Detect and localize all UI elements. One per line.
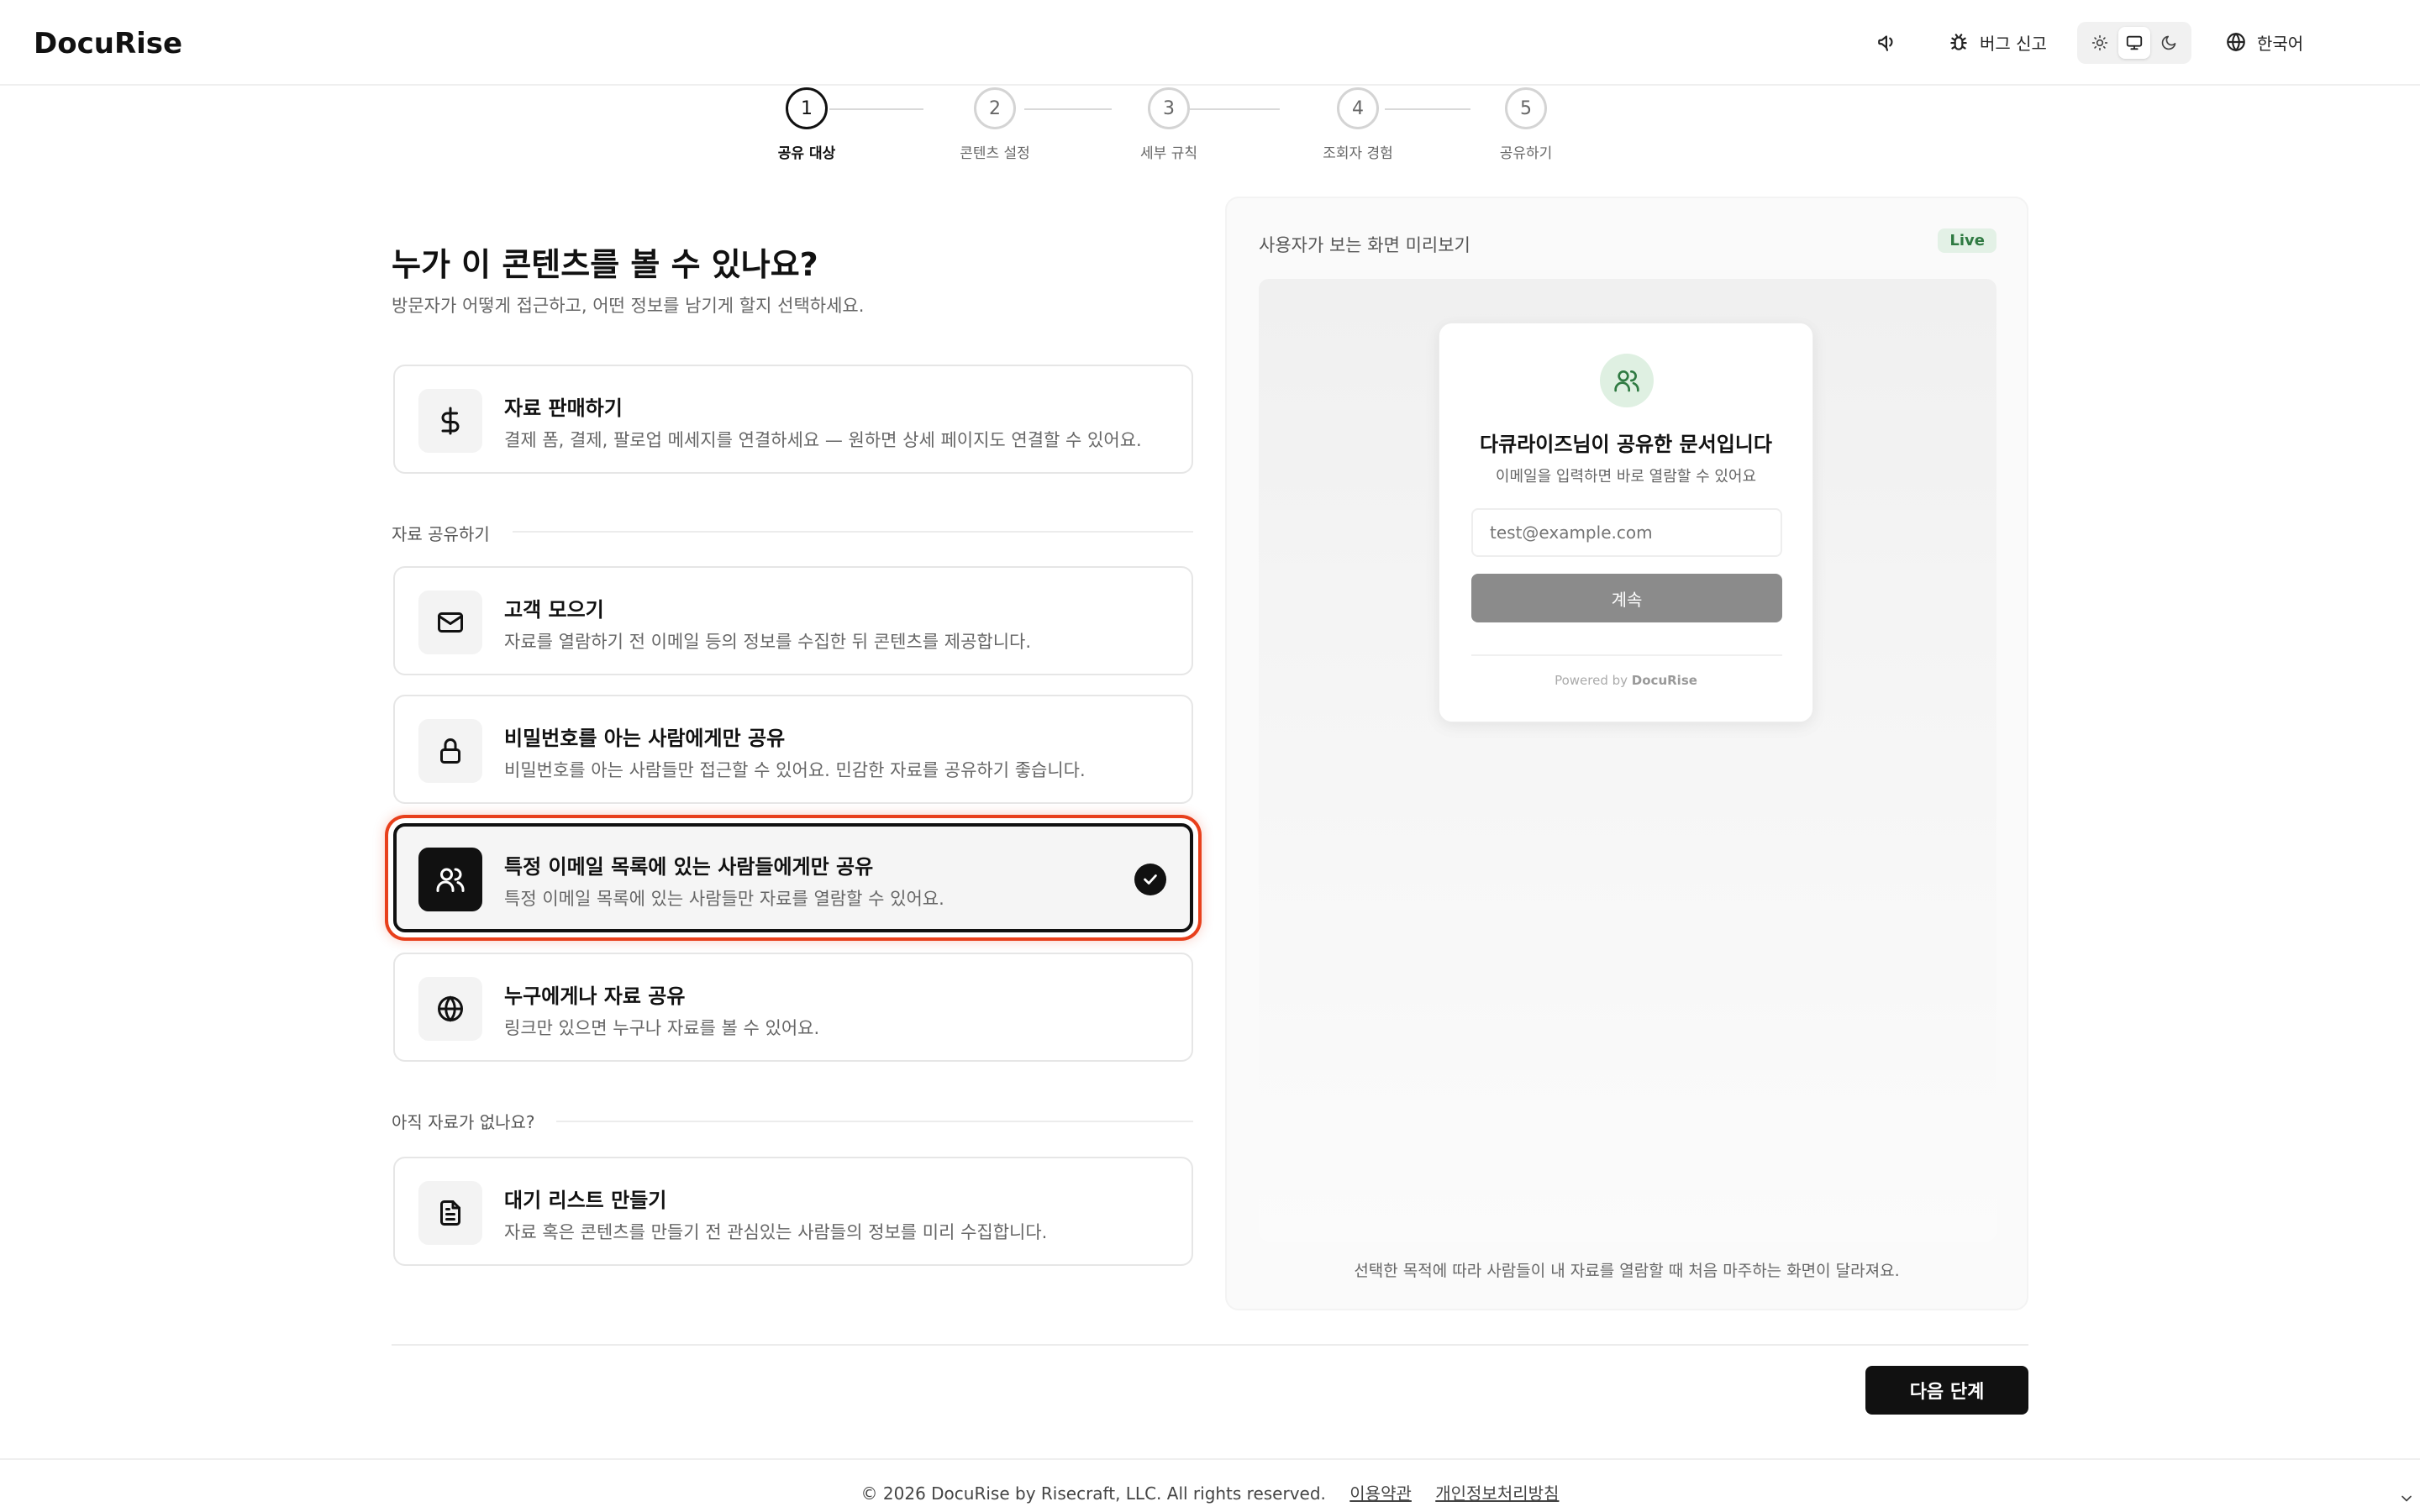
actions-divider: [392, 1344, 2028, 1346]
page-title: 누가 이 콘텐츠를 볼 수 있나요?: [392, 246, 818, 283]
next-step-button[interactable]: 다음 단계: [1865, 1366, 2028, 1415]
section-divider: [513, 531, 1193, 533]
step-label: 세부 규칙: [1140, 145, 1197, 162]
terms-link[interactable]: 이용약관: [1349, 1483, 1412, 1504]
preview-panel: 사용자가 보는 화면 미리보기 Live 다큐라이즈님이 공유한 문서입니다 이…: [1225, 197, 2028, 1310]
powered-by-prefix: Powered by: [1555, 673, 1628, 688]
preview-caption: 선택한 목적에 따라 사람들이 내 자료를 열람할 때 처음 마주하는 화면이 …: [1354, 1262, 1900, 1280]
step-1[interactable]: 1 공유 대상: [739, 87, 874, 162]
bug-report-label: 버그 신고: [1980, 33, 2047, 54]
bug-icon: [1950, 34, 1967, 50]
option-title: 누구에게나 자료 공유: [504, 984, 686, 1008]
option-icon-box: [418, 719, 482, 783]
preview-continue-button[interactable]: 계속: [1471, 574, 1782, 622]
copyright-text: © 2026 DocuRise by Risecraft, LLC. All r…: [860, 1483, 1326, 1504]
globe-icon: [2227, 32, 2245, 52]
option-icon-box: [418, 591, 482, 654]
monitor-icon: [2126, 35, 2143, 50]
option-public[interactable]: 누구에게나 자료 공유 링크만 있으면 누구나 자료를 볼 수 있어요.: [393, 953, 1193, 1062]
step-4[interactable]: 4 조회자 경험: [1291, 87, 1425, 162]
live-badge: Live: [1938, 228, 1996, 253]
option-icon-box: [418, 848, 482, 911]
globe-icon: [438, 995, 463, 1022]
privacy-link[interactable]: 개인정보처리방침: [1435, 1483, 1559, 1504]
section-label-waitlist: 아직 자료가 없나요?: [392, 1112, 535, 1132]
step-3[interactable]: 3 세부 규칙: [1102, 87, 1236, 162]
powered-by: Powered by DocuRise: [1439, 673, 1812, 688]
dollar-icon: [441, 407, 460, 435]
theme-system-button[interactable]: [2118, 27, 2150, 59]
option-description: 비밀번호를 아는 사람들만 접근할 수 있어요. 민감한 자료를 공유하기 좋습…: [504, 760, 1086, 780]
bug-report-button[interactable]: 버그 신고: [1948, 25, 2047, 59]
users-icon: [436, 868, 465, 892]
preview-avatar: [1600, 354, 1654, 407]
users-icon: [1614, 370, 1639, 392]
option-icon-box: [418, 389, 482, 453]
app-logo[interactable]: DocuRise: [34, 27, 182, 60]
preview-canvas: 다큐라이즈님이 공유한 문서입니다 이메일을 입력하면 바로 열람할 수 있어요…: [1259, 279, 1996, 1242]
step-number: 2: [974, 87, 1016, 129]
footer-content: © 2026 DocuRise by Risecraft, LLC. All r…: [0, 1480, 2420, 1504]
language-label: 한국어: [2257, 33, 2304, 54]
lock-icon: [440, 738, 460, 764]
preview-card-divider: [1471, 654, 1782, 656]
step-label: 공유하기: [1499, 145, 1553, 162]
option-title: 비밀번호를 아는 사람에게만 공유: [504, 727, 786, 750]
moon-icon: [2162, 35, 2176, 50]
preview-card-title: 다큐라이즈님이 공유한 문서입니다: [1480, 433, 1772, 456]
mail-icon: [438, 612, 463, 633]
preview-email-input[interactable]: [1471, 508, 1782, 557]
step-2[interactable]: 2 콘텐츠 설정: [928, 87, 1062, 162]
step-5[interactable]: 5 공유하기: [1459, 87, 1593, 162]
page-subtitle: 방문자가 어떻게 접근하고, 어떤 정보를 남기게 할지 선택하세요.: [392, 296, 865, 316]
option-description: 결제 폼, 결제, 팔로업 메세지를 연결하세요 — 원하면 상세 페이지도 연…: [504, 430, 1142, 450]
option-email-list[interactable]: 특정 이메일 목록에 있는 사람들에게만 공유 특정 이메일 목록에 있는 사람…: [393, 823, 1193, 932]
chevron-down-icon[interactable]: [2398, 1490, 2415, 1507]
preview-access-card: 다큐라이즈님이 공유한 문서입니다 이메일을 입력하면 바로 열람할 수 있어요…: [1439, 323, 1813, 722]
preview-title: 사용자가 보는 화면 미리보기: [1259, 235, 1470, 255]
progress-stepper: 1 공유 대상 2 콘텐츠 설정 3 세부 규칙 4 조회자 경험 5 공유하기: [739, 87, 1580, 171]
option-title: 자료 판매하기: [504, 396, 623, 420]
option-sell[interactable]: 자료 판매하기 결제 폼, 결제, 팔로업 메세지를 연결하세요 — 원하면 상…: [393, 365, 1193, 474]
step-number: 3: [1148, 87, 1190, 129]
sun-icon: [2091, 34, 2107, 51]
option-description: 특정 이메일 목록에 있는 사람들만 자료를 열람할 수 있어요.: [504, 889, 944, 909]
step-number: 5: [1505, 87, 1547, 129]
option-title: 고객 모으기: [504, 598, 604, 622]
option-description: 자료를 열람하기 전 이메일 등의 정보를 수집한 뒤 콘텐츠를 제공합니다.: [504, 632, 1032, 652]
step-number: 1: [786, 87, 828, 129]
option-waitlist[interactable]: 대기 리스트 만들기 자료 혹은 콘텐츠를 만들기 전 관심있는 사람들의 정보…: [393, 1157, 1193, 1266]
page-footer: © 2026 DocuRise by Risecraft, LLC. All r…: [0, 1458, 2420, 1512]
step-label: 콘텐츠 설정: [960, 145, 1030, 162]
section-label-share: 자료 공유하기: [392, 524, 490, 544]
check-icon: [1144, 874, 1157, 885]
option-collect-leads[interactable]: 고객 모으기 자료를 열람하기 전 이메일 등의 정보를 수집한 뒤 콘텐츠를 …: [393, 566, 1193, 675]
theme-switcher: [2077, 22, 2191, 64]
document-icon: [440, 1200, 460, 1226]
option-icon-box: [418, 977, 482, 1041]
option-password[interactable]: 비밀번호를 아는 사람에게만 공유 비밀번호를 아는 사람들만 접근할 수 있어…: [393, 695, 1193, 804]
theme-light-button[interactable]: [2084, 27, 2116, 59]
section-divider: [556, 1121, 1193, 1122]
announcement-button[interactable]: [1870, 25, 1904, 59]
language-selector[interactable]: 한국어: [2225, 25, 2303, 59]
preview-card-subtitle: 이메일을 입력하면 바로 열람할 수 있어요: [1495, 468, 1757, 486]
option-icon-box: [418, 1181, 482, 1245]
step-label: 공유 대상: [777, 145, 836, 162]
powered-by-brand: DocuRise: [1631, 673, 1697, 688]
option-description: 링크만 있으면 누구나 자료를 볼 수 있어요.: [504, 1018, 820, 1038]
option-description: 자료 혹은 콘텐츠를 만들기 전 관심있는 사람들의 정보를 미리 수집합니다.: [504, 1222, 1048, 1242]
megaphone-icon: [1878, 35, 1893, 51]
option-title: 대기 리스트 만들기: [504, 1189, 667, 1212]
selected-check: [1134, 864, 1166, 895]
step-label: 조회자 경험: [1323, 145, 1393, 162]
option-title: 특정 이메일 목록에 있는 사람들에게만 공유: [504, 855, 874, 879]
step-number: 4: [1337, 87, 1379, 129]
top-header: DocuRise 버그 신고 한국어: [0, 0, 2420, 86]
theme-dark-button[interactable]: [2153, 27, 2185, 59]
